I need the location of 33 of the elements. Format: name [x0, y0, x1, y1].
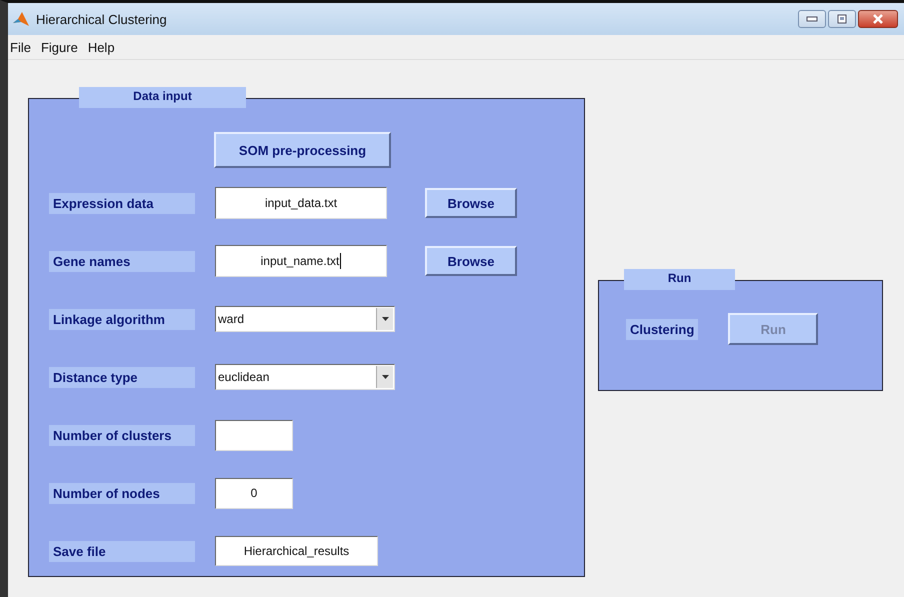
input-field[interactable]: input_data.txt [215, 187, 387, 219]
menu-item[interactable]: File [10, 40, 31, 54]
menu-item[interactable]: Figure [40, 40, 78, 54]
field-label: Expression data [49, 192, 195, 214]
panel-title: Run [624, 269, 735, 290]
dropdown[interactable]: euclidean [215, 364, 395, 390]
window-title: Hierarchical Clustering [36, 12, 167, 26]
panel-title: Data input [79, 87, 246, 108]
input-field[interactable] [215, 420, 293, 450]
input-field[interactable]: 0 [215, 478, 293, 508]
maximize-icon [837, 14, 847, 24]
input-field[interactable]: Hierarchical_results [215, 536, 378, 566]
close-icon [872, 14, 884, 24]
field-label: Number of clusters [49, 424, 195, 446]
caret-icon [382, 375, 388, 379]
field-label: Linkage algorithm [49, 308, 195, 330]
peak-icon [12, 10, 30, 28]
dropdown[interactable]: ward [215, 306, 395, 332]
input-field[interactable]: input_name.txt [215, 245, 387, 277]
field-label: Clustering [626, 318, 698, 340]
field-label: Number of nodes [49, 482, 195, 504]
maximize-button[interactable] [828, 10, 856, 28]
close-button[interactable] [858, 10, 898, 28]
field-label: Distance type [49, 366, 195, 388]
browse-button[interactable]: Browse [425, 188, 517, 218]
minimize-button[interactable] [798, 10, 826, 28]
field-label: Gene names [49, 250, 195, 272]
field-label: Save file [49, 540, 195, 562]
caret-icon [382, 317, 388, 321]
menu-item[interactable]: Help [88, 40, 115, 54]
som-button[interactable]: SOM pre-processing [214, 132, 391, 168]
browse-button[interactable]: Browse [425, 246, 517, 276]
minimize-icon [806, 16, 818, 22]
